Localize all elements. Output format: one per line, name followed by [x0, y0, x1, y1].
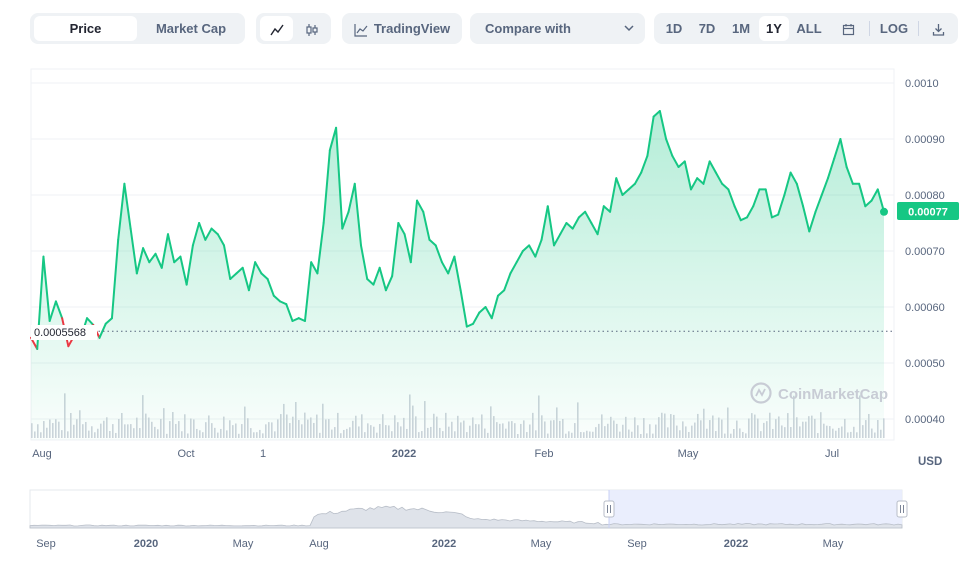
navigator-x-labels: Sep 2020 May Aug 2022 May Sep 2022 May — [36, 538, 844, 550]
y-tick-label: 0.0010 — [905, 78, 939, 90]
x-tick-label: Aug — [32, 448, 52, 460]
current-price-dot — [880, 207, 888, 216]
x-tick-label: Oct — [177, 448, 194, 460]
navigator-tick-label: 2022 — [432, 538, 456, 550]
y-tick-label: 0.00070 — [905, 246, 945, 258]
x-tick-label: May — [678, 448, 699, 460]
reference-price-label: 0.0005568 — [31, 325, 97, 340]
current-price-badge: 0.00077 — [897, 202, 959, 220]
watermark-text: CoinMarketCap — [778, 386, 888, 403]
navigator-tick-label: May — [531, 538, 552, 550]
currency-label: USD — [918, 456, 942, 468]
navigator-tick-label: May — [823, 538, 844, 550]
y-tick-label: 0.00050 — [905, 358, 945, 370]
x-tick-label: 2022 — [392, 448, 416, 460]
navigator-area — [29, 505, 903, 529]
navigator-tick-label: Sep — [36, 538, 56, 550]
y-tick-label: 0.00040 — [905, 414, 945, 426]
navigator-tick-label: Sep — [627, 538, 647, 550]
navigator-selection[interactable] — [609, 490, 902, 528]
x-axis-labels: Aug Oct 1 2022 Feb May Jul — [32, 448, 839, 460]
x-tick-label: 1 — [260, 448, 266, 460]
price-chart[interactable]: 0.0010 0.00090 0.00080 0.00070 0.00060 0.0005… — [0, 0, 974, 480]
navigator-tick-label: Aug — [309, 538, 329, 550]
navigator-left-handle[interactable] — [603, 500, 615, 518]
x-tick-label: Feb — [535, 448, 554, 460]
navigator-right-handle[interactable] — [896, 500, 908, 518]
x-tick-label: Jul — [825, 448, 839, 460]
y-tick-label: 0.00090 — [905, 134, 945, 146]
reference-price-text: 0.0005568 — [34, 327, 86, 339]
navigator-tick-label: 2022 — [724, 538, 748, 550]
y-tick-label: 0.00080 — [905, 190, 945, 202]
current-price-text: 0.00077 — [908, 207, 948, 219]
navigator-tick-label: May — [233, 538, 254, 550]
y-axis-labels: 0.0010 0.00090 0.00080 0.00070 0.00060 0.0005… — [905, 78, 945, 426]
y-tick-label: 0.00060 — [905, 302, 945, 314]
navigator-tick-label: 2020 — [134, 538, 158, 550]
